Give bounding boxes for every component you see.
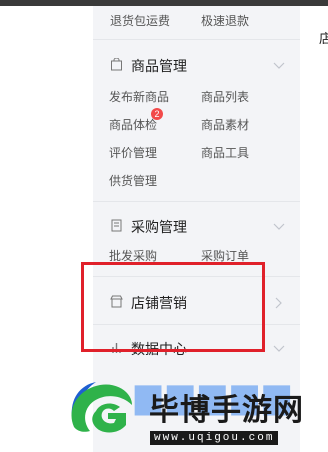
chevron-down-icon[interactable] [272, 61, 286, 71]
watermark-logo-icon [71, 382, 132, 433]
sidebar-group-title: 商品管理 [131, 58, 187, 74]
sidebar-item-product-assets[interactable]: 商品素材 [201, 116, 249, 133]
watermark-site-name: 毕博手游网 [149, 394, 304, 427]
divider [93, 39, 300, 40]
main-content-pane [300, 6, 328, 452]
notification-badge: 2 [151, 108, 163, 120]
sidebar-item-product-checkup[interactable]: 商品体检 [109, 116, 157, 133]
watermark-url: www.uqigou.com [150, 431, 279, 445]
content-heading-fragment: 店 [319, 31, 328, 46]
sidebar-item-product-tools[interactable]: 商品工具 [201, 144, 249, 161]
bag-icon [111, 58, 122, 71]
sidebar-item-product-list[interactable]: 商品列表 [201, 88, 249, 105]
chevron-down-icon[interactable] [272, 222, 286, 232]
sidebar-item-return-shipping[interactable]: 退货包运费 [110, 12, 170, 29]
sidebar-item-fast-refund[interactable]: 极速退款 [201, 12, 249, 29]
sidebar-group-title: 采购管理 [131, 219, 187, 235]
sidebar-item-supply-management[interactable]: 供货管理 [109, 172, 157, 189]
sidebar-item-publish-product[interactable]: 发布新商品 [109, 88, 169, 105]
highlight-box [81, 262, 265, 352]
chevron-down-icon[interactable] [272, 344, 286, 354]
sidebar-item-review-management[interactable]: 评价管理 [109, 144, 157, 161]
document-icon [111, 219, 122, 232]
chevron-right-icon[interactable] [274, 296, 284, 310]
divider [93, 201, 300, 202]
